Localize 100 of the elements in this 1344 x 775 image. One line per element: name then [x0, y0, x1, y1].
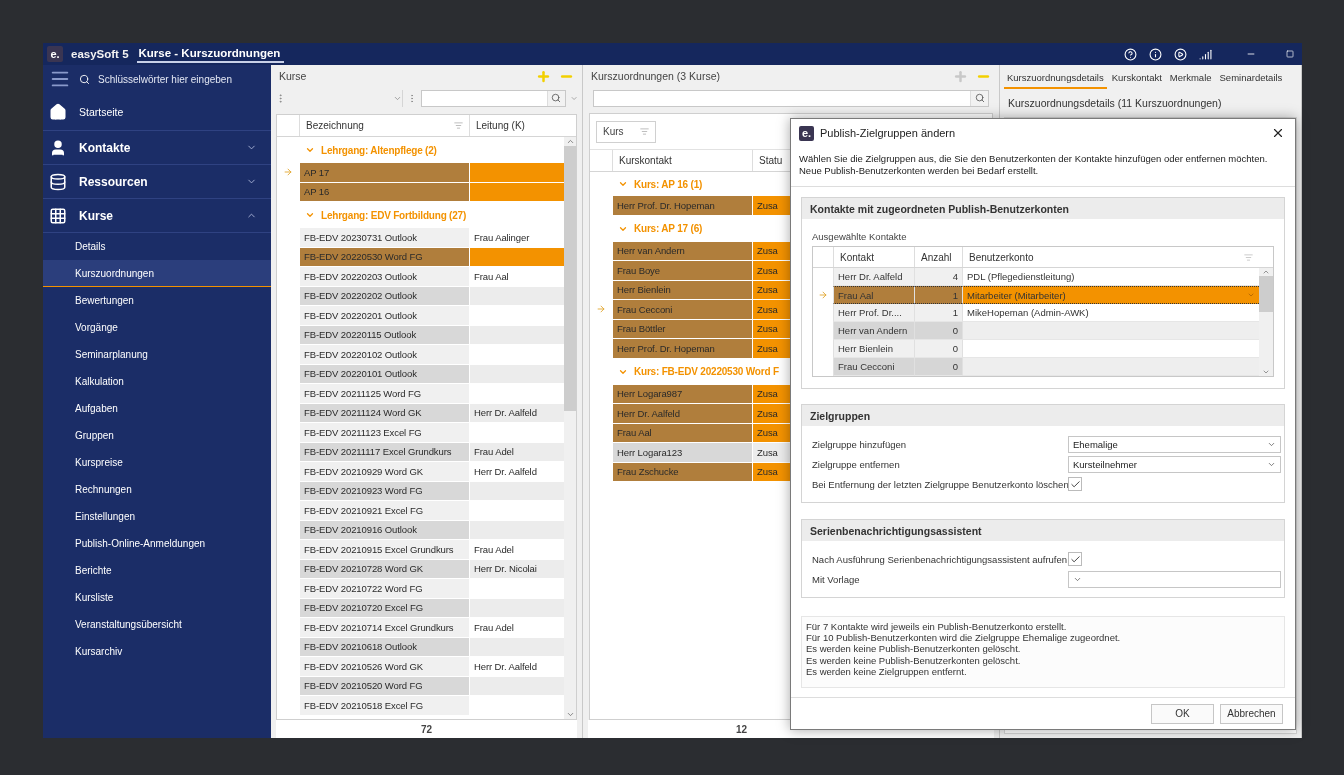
nav-subitem[interactable]: Kurszuordnungen — [43, 260, 271, 287]
table-cell: FB-EDV 20210526 Word GK — [299, 657, 469, 676]
sort-icon — [640, 127, 649, 136]
description-text: Wählen Sie die Zielgruppen aus, die Sie den Benutzerkonten der Kontakte hinzufügen oder entfernen möchten. — [799, 153, 1269, 165]
table-cell: 0 — [914, 358, 962, 376]
sort-icon — [1244, 252, 1253, 262]
field-label: Nach Ausführung Serienbenachrichtigungsassistent aufrufen — [812, 553, 1068, 565]
group-title: Kontakte mit zugeordneten Publish-Benutzerkonten — [802, 198, 1284, 219]
row-count: 12 — [736, 723, 748, 735]
home-icon — [49, 102, 67, 121]
scroll-down-icon[interactable] — [565, 710, 575, 719]
nav-item[interactable]: Kurse — [43, 199, 271, 233]
table-cell: Herr Logara123 — [612, 443, 752, 462]
maximize-icon[interactable] — [1286, 50, 1294, 58]
tab[interactable]: Seminardetails — [1216, 68, 1286, 89]
scroll-up-icon[interactable] — [565, 137, 575, 146]
table-cell: Frau Boye — [612, 261, 752, 280]
checkbox[interactable] — [1068, 477, 1082, 491]
chevron-icon[interactable] — [618, 179, 628, 189]
app-name: easySoft 5 — [71, 48, 129, 60]
scrollbar-thumb[interactable] — [564, 146, 576, 411]
nav-subitem[interactable]: Kursliste — [43, 584, 271, 611]
database-icon — [49, 172, 67, 191]
summary-text: Es werden keine Publish-Benutzerkonten gelöscht. — [806, 643, 1022, 655]
table-cell: FB-EDV 20210714 Excel Grundkurs — [299, 618, 469, 637]
nav-subitem[interactable]: Bewertungen — [43, 287, 271, 314]
close-button[interactable] — [1271, 126, 1285, 140]
nav-subitem[interactable]: Einstellungen — [43, 503, 271, 530]
nav-subitem[interactable]: Kalkulation — [43, 368, 271, 395]
table-cell: 1 — [914, 286, 962, 304]
table-cell: FB-EDV 20211123 Excel FG — [299, 423, 469, 442]
chevron-icon[interactable] — [305, 210, 315, 220]
nav-subitem[interactable]: Kursarchiv — [43, 638, 271, 665]
panel-title: Kurszuordnungen (3 Kurse) — [591, 70, 721, 82]
search-icon[interactable] — [974, 93, 985, 103]
nav-item[interactable]: Kontakte — [43, 131, 271, 165]
search-field[interactable]: Schlüsselwörter hier eingeben — [98, 73, 265, 85]
summary-text: Für 10 Publish-Benutzerkonten wird die Zielgruppe Ehemalige zugeordnet. — [806, 632, 1122, 644]
tab[interactable]: Kurszuordnungsdetails — [1004, 68, 1107, 89]
nav-subitem[interactable]: Details — [43, 233, 271, 260]
summary-text: Es werden keine Publish-Benutzerkonten gelöscht. — [806, 654, 1022, 666]
title-tab[interactable]: Kurse - Kurszuordnungen — [136, 45, 285, 63]
dialog-button[interactable]: OK — [1151, 703, 1214, 724]
group-by-chip[interactable]: Kurs — [596, 120, 656, 143]
field-label: Bei Entfernung der letzten Zielgruppe Benutzerkonto löschen — [812, 478, 1068, 490]
nav-subitem[interactable]: Kurspreise — [43, 449, 271, 476]
dialog-button[interactable]: Abbrechen — [1220, 703, 1283, 724]
scrollbar-thumb[interactable] — [1259, 276, 1273, 312]
group-header: Kurs: AP 16 (1) — [634, 178, 703, 190]
table-cell: Herr van Andern — [833, 322, 914, 340]
info-icon[interactable] — [1149, 47, 1162, 61]
dropdown-field[interactable] — [1068, 570, 1281, 588]
checkbox[interactable] — [1068, 552, 1082, 566]
table-cell: FB-EDV 20210722 Word FG — [299, 579, 469, 598]
column-header[interactable]: Benutzerkonto — [962, 247, 1259, 267]
grid-icon — [49, 206, 67, 225]
table-cell: Herr Prof. Dr. Hopeman — [612, 339, 752, 358]
signal-icon[interactable] — [1199, 47, 1212, 61]
dropdown-field[interactable]: Ehemalige — [1068, 435, 1281, 453]
table-cell: FB-EDV 20210915 Excel Grundkurs — [299, 540, 469, 559]
nav-subitem[interactable]: Seminarplanung — [43, 341, 271, 368]
sort-icon — [454, 121, 463, 130]
dropdown-field[interactable]: Kursteilnehmer — [1068, 455, 1281, 473]
search-icon[interactable] — [551, 93, 562, 103]
table-cell: FB-EDV 20220201 Outlook — [299, 306, 469, 325]
add-icon[interactable] — [536, 68, 551, 84]
nav-subitem[interactable]: Veranstaltungsübersicht — [43, 611, 271, 638]
tab[interactable]: Kurskontakt — [1108, 68, 1165, 89]
column-header[interactable]: Bezeichnung — [299, 115, 469, 136]
app-logo: e. — [47, 46, 63, 62]
help-icon[interactable] — [1124, 47, 1137, 61]
nav-subitem[interactable]: Berichte — [43, 557, 271, 584]
table-cell: FB-EDV 20211125 Word FG — [299, 384, 469, 403]
chevron-icon[interactable] — [305, 145, 315, 155]
scroll-up-icon[interactable] — [1262, 268, 1270, 276]
table-cell: Herr Prof. Dr. Hopeman — [612, 196, 752, 215]
column-header[interactable]: Kurskontakt — [612, 150, 752, 171]
column-header[interactable]: Anzahl — [914, 247, 962, 267]
caret-icon — [1247, 291, 1255, 299]
play-icon[interactable] — [1174, 47, 1187, 61]
dialog-logo: e. — [799, 125, 814, 141]
tab[interactable]: Merkmale — [1166, 68, 1215, 89]
column-header[interactable]: Leitung (K) — [469, 115, 567, 136]
nav-subitem[interactable]: Aufgaben — [43, 395, 271, 422]
nav-subitem[interactable]: Rechnungen — [43, 476, 271, 503]
nav-subitem[interactable]: Publish-Online-Anmeldungen — [43, 530, 271, 557]
nav-subitem[interactable]: Gruppen — [43, 422, 271, 449]
column-header[interactable]: Kontakt — [833, 247, 914, 267]
table-cell: 1 — [914, 304, 962, 322]
nav-item[interactable]: Startseite — [43, 93, 271, 131]
panel-subtitle: Kurszuordnungsdetails (11 Kurszuordnungen) — [1007, 96, 1223, 111]
person-icon — [49, 138, 67, 157]
account-combo[interactable]: Mitarbeiter (Mitarbeiter) — [962, 286, 1259, 304]
scroll-down-icon[interactable] — [1262, 368, 1270, 376]
search-field[interactable] — [593, 89, 989, 107]
table-cell: Herr van Andern — [612, 241, 752, 260]
table-cell: 0 — [914, 322, 962, 340]
nav-item[interactable]: Ressourcen — [43, 165, 271, 199]
nav-subitem[interactable]: Vorgänge — [43, 314, 271, 341]
search-field[interactable] — [420, 89, 566, 107]
